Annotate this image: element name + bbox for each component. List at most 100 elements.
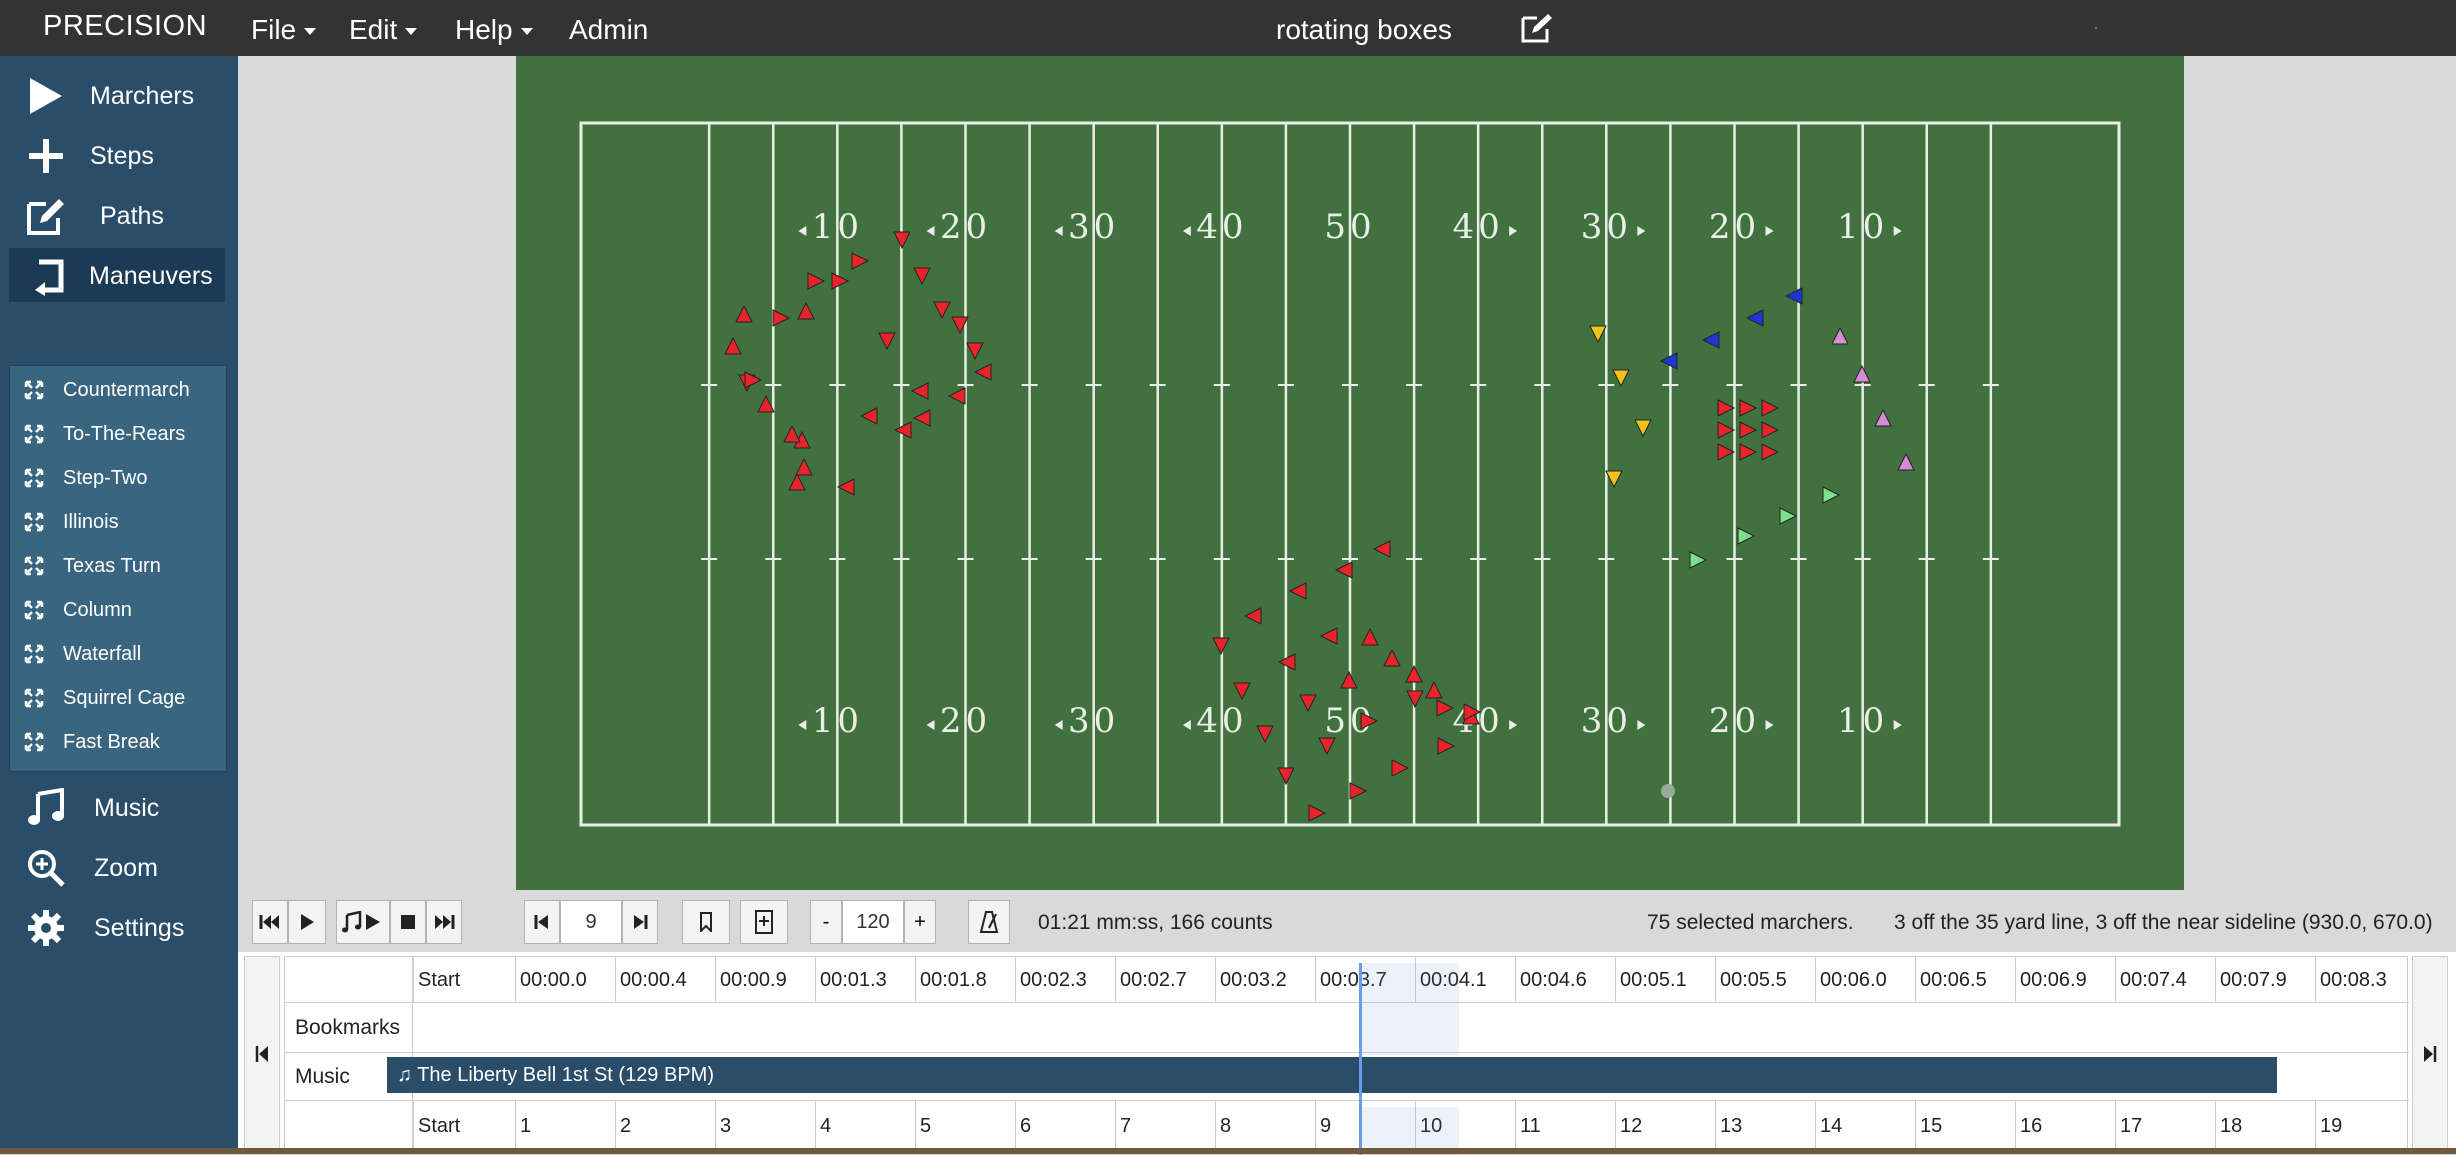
marcher[interactable] [1334, 561, 1353, 579]
bookmark-button[interactable] [682, 900, 730, 944]
marcher[interactable] [1288, 582, 1307, 600]
tempo-input[interactable]: 120 [842, 900, 904, 944]
play-with-music-button[interactable] [336, 900, 390, 944]
maneuver-to-the-rears[interactable]: To-The-Rears [10, 412, 226, 456]
marcher[interactable] [807, 272, 826, 290]
marcher[interactable] [724, 336, 742, 355]
marcher[interactable] [851, 252, 870, 270]
count-tick[interactable]: 18 [2215, 1101, 2315, 1151]
add-bookmark-button[interactable] [740, 900, 788, 944]
menu-file[interactable]: File [251, 14, 317, 46]
marcher[interactable] [1745, 309, 1764, 327]
marcher[interactable] [913, 267, 931, 286]
marcher[interactable] [1822, 486, 1841, 504]
count-tick[interactable]: 16 [2015, 1101, 2115, 1151]
time-tick[interactable]: 00:06.9 [2015, 957, 2115, 1003]
count-tick[interactable]: 14 [1815, 1101, 1915, 1151]
sidebar-item-settings[interactable]: Settings [0, 900, 238, 956]
time-start-cell[interactable]: Start [413, 957, 515, 1003]
time-tick[interactable]: 00:01.8 [915, 957, 1015, 1003]
marcher[interactable] [744, 371, 763, 389]
maneuver-texas-turn[interactable]: Texas Turn [10, 544, 226, 588]
marcher[interactable] [893, 421, 912, 439]
marcher[interactable] [1761, 421, 1780, 439]
marcher[interactable] [788, 472, 806, 491]
count-tick[interactable]: 3 [715, 1101, 815, 1151]
marcher[interactable] [1383, 648, 1401, 667]
sidebar-item-music[interactable]: Music [0, 780, 238, 836]
marcher[interactable] [1277, 767, 1295, 786]
marcher[interactable] [1784, 287, 1803, 305]
marcher[interactable] [1436, 699, 1455, 717]
marcher[interactable] [910, 382, 929, 400]
maneuver-squirrel-cage[interactable]: Squirrel Cage [10, 676, 226, 720]
marcher[interactable] [1308, 804, 1327, 822]
maneuver-waterfall[interactable]: Waterfall [10, 632, 226, 676]
count-tick[interactable]: 19 [2315, 1101, 2415, 1151]
marcher[interactable] [1391, 759, 1410, 777]
marcher[interactable] [772, 309, 791, 327]
marcher[interactable] [1739, 421, 1758, 439]
marcher[interactable] [933, 301, 951, 320]
marcher[interactable] [1605, 470, 1623, 489]
marcher[interactable] [1243, 607, 1262, 625]
marcher[interactable] [1853, 364, 1871, 383]
time-tick[interactable]: 00:04.6 [1515, 957, 1615, 1003]
timeline-scroll-left[interactable] [244, 956, 280, 1152]
marcher[interactable] [831, 272, 850, 290]
marcher[interactable] [859, 407, 878, 425]
count-tick[interactable]: 1 [515, 1101, 615, 1151]
marcher[interactable] [783, 424, 801, 443]
time-tick[interactable]: 00:05.5 [1715, 957, 1815, 1003]
marcher[interactable] [973, 363, 992, 381]
marcher[interactable] [1318, 737, 1336, 756]
time-tick[interactable]: 00:03.2 [1215, 957, 1315, 1003]
marcher[interactable] [1739, 399, 1758, 417]
edit-title-icon[interactable] [1520, 12, 1554, 44]
timeline-grid[interactable]: Start 00:00.0 00:00.4 00:00.9 00:01.3 00:01.… [284, 956, 2409, 1155]
marcher[interactable] [1779, 507, 1798, 525]
sidebar-item-zoom[interactable]: Zoom [0, 840, 238, 896]
maneuver-column[interactable]: Column [10, 588, 226, 632]
marcher[interactable] [1761, 443, 1780, 461]
time-tick[interactable]: 00:01.3 [815, 957, 915, 1003]
sidebar-item-maneuvers[interactable]: Maneuvers [9, 248, 225, 302]
count-tick[interactable]: 7 [1115, 1101, 1215, 1151]
marcher[interactable] [947, 387, 966, 405]
marcher[interactable] [1689, 551, 1708, 569]
rewind-to-start-button[interactable] [252, 900, 288, 944]
marcher[interactable] [836, 478, 855, 496]
marcher[interactable] [1612, 369, 1630, 388]
count-tick[interactable]: 17 [2115, 1101, 2215, 1151]
time-tick[interactable]: 00:07.4 [2115, 957, 2215, 1003]
marcher[interactable] [1405, 664, 1423, 683]
marcher[interactable] [1737, 527, 1756, 545]
count-tick[interactable]: 11 [1515, 1101, 1615, 1151]
maneuver-illinois[interactable]: Illinois [10, 500, 226, 544]
timeline-scroll-right[interactable] [2412, 956, 2448, 1152]
maneuver-step-two[interactable]: Step-Two [10, 456, 226, 500]
app-brand[interactable]: PRECISION [43, 10, 207, 43]
time-tick[interactable]: 00:00.9 [715, 957, 815, 1003]
count-tick[interactable]: 4 [815, 1101, 915, 1151]
count-input[interactable]: 9 [560, 900, 622, 944]
play-button[interactable] [288, 900, 326, 944]
marcher[interactable] [1340, 670, 1358, 689]
marcher[interactable] [1761, 399, 1780, 417]
count-tick[interactable]: 5 [915, 1101, 1015, 1151]
sidebar-item-paths[interactable]: Paths [0, 188, 238, 244]
time-tick[interactable]: 00:00.4 [615, 957, 715, 1003]
marcher[interactable] [1701, 331, 1720, 349]
counts-start-cell[interactable]: Start [413, 1101, 515, 1151]
marcher[interactable] [795, 457, 813, 476]
music-track-bar[interactable]: ♫ The Liberty Bell 1st St (129 BPM) [387, 1057, 2277, 1093]
marcher[interactable] [1897, 452, 1915, 471]
field-canvas[interactable]: 10 20 30 40 50 40 30 20 10 10 20 30 40 50 40 30 20 10 [516, 56, 2184, 890]
next-count-button[interactable] [622, 900, 658, 944]
previous-count-button[interactable] [524, 900, 560, 944]
marcher[interactable] [1717, 421, 1736, 439]
marcher[interactable] [1372, 540, 1391, 558]
marcher[interactable] [1319, 627, 1338, 645]
count-tick[interactable]: 2 [615, 1101, 715, 1151]
tempo-decrease-button[interactable]: - [810, 900, 842, 944]
